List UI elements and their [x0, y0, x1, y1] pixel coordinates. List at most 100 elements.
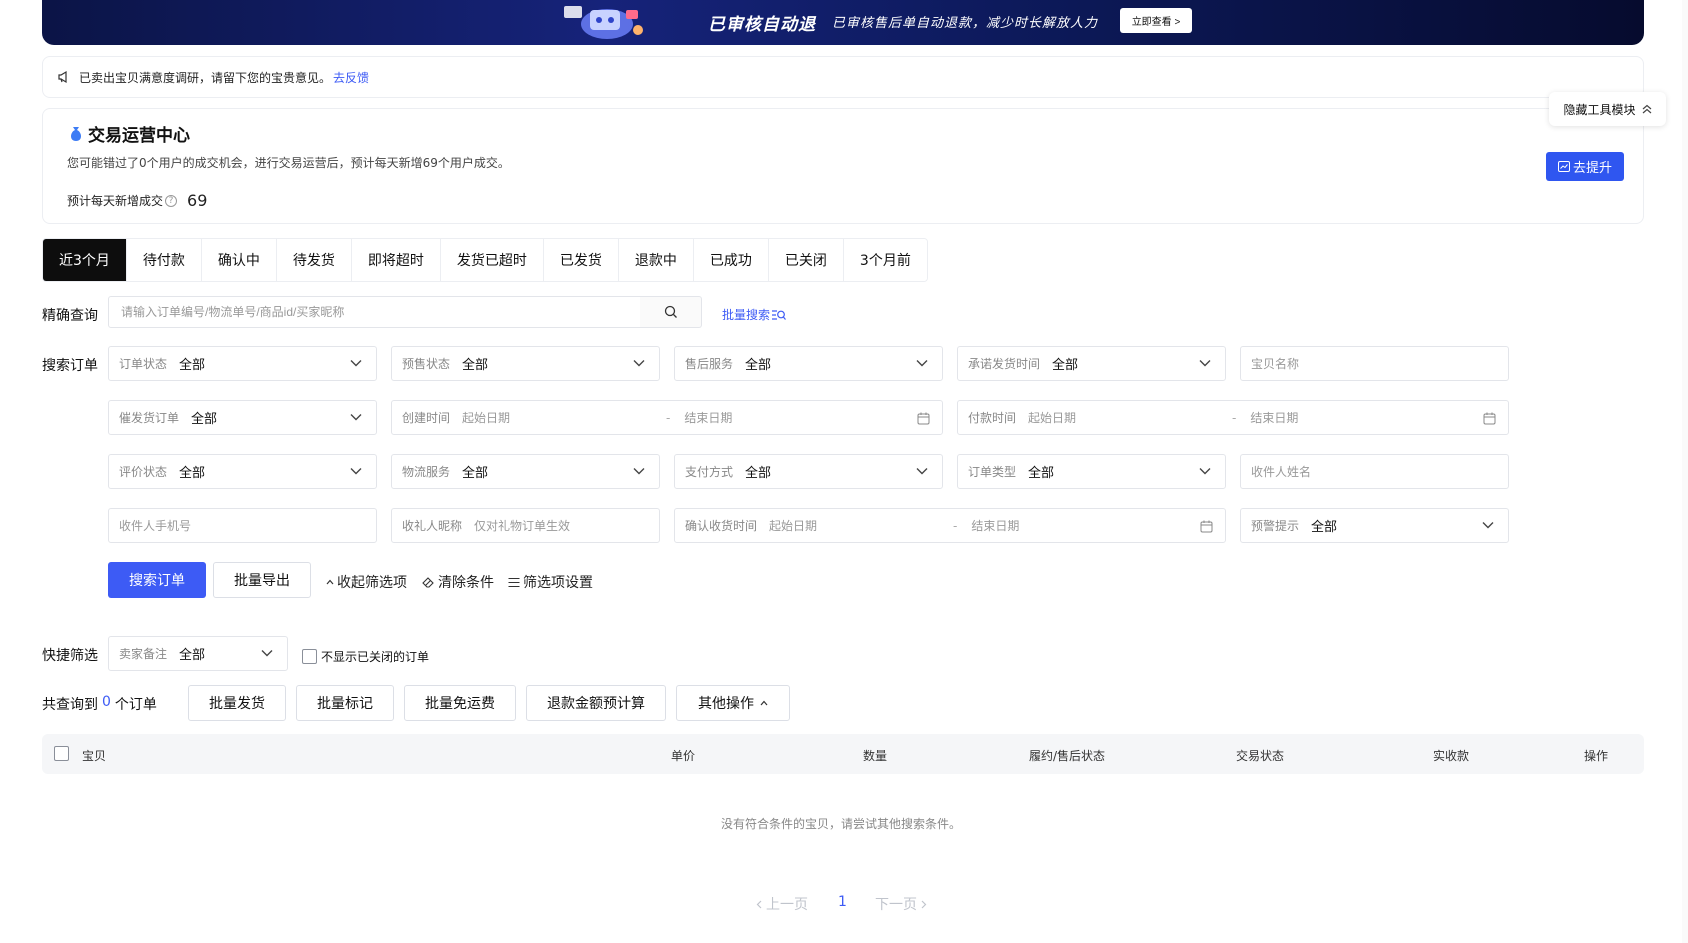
review-status-select[interactable]: 评价状态 全部 — [108, 454, 377, 489]
tab-recent-3-months[interactable]: 近3个月 — [43, 239, 127, 281]
order-table-header: 宝贝 单价 数量 履约/售后状态 交易状态 实收款 操作 — [42, 734, 1644, 774]
result-count: 0 — [102, 694, 111, 710]
prev-page-button[interactable]: 上一页 — [756, 894, 808, 914]
chevron-down-icon — [633, 360, 645, 367]
chevron-down-icon — [1199, 360, 1211, 367]
receiver-phone-placeholder: 收件人手机号 — [119, 519, 192, 533]
page-1-button[interactable]: 1 — [838, 894, 847, 910]
refund-calc-button[interactable]: 退款金额预计算 — [526, 685, 666, 721]
after-sale-select[interactable]: 售后服务 全部 — [674, 346, 943, 381]
batch-free-ship-button[interactable]: 批量免运费 — [404, 685, 516, 721]
review-status-label: 评价状态 — [119, 465, 168, 479]
search-order-label: 搜索订单 — [42, 358, 98, 374]
batch-search-link[interactable]: 批量搜索 — [722, 306, 786, 323]
create-time-range[interactable]: 创建时间 起始日期 - 结束日期 — [391, 400, 943, 435]
banner-view-button[interactable]: 立即查看 > — [1120, 8, 1192, 33]
other-actions-button[interactable]: 其他操作 — [676, 685, 790, 721]
promise-ship-time-label: 承诺发货时间 — [968, 357, 1041, 371]
tab-confirming[interactable]: 确认中 — [201, 239, 277, 281]
logistics-select[interactable]: 物流服务 全部 — [391, 454, 660, 489]
tab-pending-shipment[interactable]: 待发货 — [276, 239, 352, 281]
pay-time-label: 付款时间 — [968, 411, 1017, 425]
tab-shipment-overdue[interactable]: 发货已超时 — [440, 239, 544, 281]
page-scrollbar[interactable] — [1682, 0, 1688, 943]
order-type-label: 订单类型 — [968, 465, 1017, 479]
urge-ship-select[interactable]: 催发货订单 全部 — [108, 400, 377, 435]
calendar-icon — [1200, 520, 1213, 533]
tab-about-to-timeout[interactable]: 即将超时 — [351, 239, 441, 281]
pay-method-select[interactable]: 支付方式 全部 — [674, 454, 943, 489]
tab-pending-payment[interactable]: 待付款 — [126, 239, 202, 281]
batch-export-button[interactable]: 批量导出 — [213, 562, 311, 598]
batch-ship-button[interactable]: 批量发货 — [188, 685, 286, 721]
feedback-link[interactable]: 去反馈 — [333, 69, 369, 86]
boost-button[interactable]: 去提升 — [1546, 152, 1624, 181]
ops-title-wrap: 交易运营中心 — [67, 121, 190, 146]
presale-status-select[interactable]: 预售状态 全部 — [391, 346, 660, 381]
item-name-placeholder: 宝贝名称 — [1251, 357, 1300, 371]
warning-label: 预警提示 — [1251, 519, 1300, 533]
order-type-select[interactable]: 订单类型 全部 — [957, 454, 1226, 489]
chevron-down-icon — [633, 468, 645, 475]
confirm-time-label: 确认收货时间 — [685, 519, 758, 533]
chevron-down-icon — [350, 414, 362, 421]
filter-settings-link[interactable]: 筛选项设置 — [508, 572, 593, 592]
pay-time-range[interactable]: 付款时间 起始日期 - 结束日期 — [957, 400, 1509, 435]
batch-mark-button[interactable]: 批量标记 — [296, 685, 394, 721]
chevron-up-icon — [760, 700, 768, 706]
confirm-time-start[interactable]: 起始日期 — [769, 517, 939, 534]
other-actions-label: 其他操作 — [698, 695, 754, 711]
order-status-select[interactable]: 订单状态 全部 — [108, 346, 377, 381]
result-prefix: 共查询到 — [42, 697, 98, 713]
hide-closed-option[interactable]: 不显示已关闭的订单 — [302, 648, 429, 665]
tab-shipped[interactable]: 已发货 — [543, 239, 619, 281]
precise-search-input[interactable] — [108, 296, 641, 328]
range-separator: - — [953, 518, 958, 533]
ops-stat: 预计每天新增成交 ? 69 — [67, 191, 207, 210]
receiver-name-input[interactable]: 收件人姓名 — [1240, 454, 1509, 489]
tab-refunding[interactable]: 退款中 — [618, 239, 694, 281]
precise-search-button[interactable] — [640, 296, 702, 328]
promise-ship-time-select[interactable]: 承诺发货时间 全部 — [957, 346, 1226, 381]
after-sale-label: 售后服务 — [685, 357, 734, 371]
select-all-checkbox[interactable] — [54, 746, 69, 761]
empty-state-text: 没有符合条件的宝贝，请尝试其他搜索条件。 — [720, 817, 961, 831]
column-fulfillment-status: 履约/售后状态 — [1029, 749, 1106, 763]
batch-search-label: 批量搜索 — [722, 308, 771, 322]
column-received-amount: 实收款 — [1433, 749, 1470, 763]
presale-status-value: 全部 — [462, 358, 489, 373]
help-icon[interactable]: ? — [165, 194, 178, 207]
warning-select[interactable]: 预警提示 全部 — [1240, 508, 1509, 543]
chevron-down-icon — [350, 468, 362, 475]
tab-before-3-months[interactable]: 3个月前 — [843, 239, 927, 281]
pay-method-label: 支付方式 — [685, 465, 734, 479]
next-page-button[interactable]: 下一页 — [875, 894, 927, 914]
create-time-start[interactable]: 起始日期 — [462, 409, 652, 426]
gift-nick-input[interactable]: 收礼人昵称 仅对礼物订单生效 — [391, 508, 660, 543]
order-type-value: 全部 — [1028, 466, 1055, 481]
column-unit-price: 单价 — [671, 749, 696, 763]
urge-ship-label: 催发货订单 — [119, 411, 180, 425]
result-summary: 共查询到 0 个订单 — [42, 694, 157, 714]
hide-closed-checkbox[interactable] — [302, 649, 317, 664]
result-suffix: 个订单 — [114, 697, 157, 713]
collapse-filters-link[interactable]: 收起筛选项 — [326, 572, 407, 592]
hide-tool-toggle[interactable]: 隐藏工具模块 — [1549, 92, 1666, 126]
pay-time-end[interactable]: 结束日期 — [1250, 409, 1298, 426]
search-order-button[interactable]: 搜索订单 — [108, 562, 206, 598]
receiver-phone-input[interactable]: 收件人手机号 — [108, 508, 377, 543]
filter-settings-label: 筛选项设置 — [523, 575, 593, 591]
item-name-input[interactable]: 宝贝名称 — [1240, 346, 1509, 381]
confirm-time-range[interactable]: 确认收货时间 起始日期 - 结束日期 — [674, 508, 1226, 543]
seller-note-select[interactable]: 卖家备注 全部 — [108, 636, 288, 671]
ops-description: 您可能错过了0个用户的成交机会，进行交易运营后，预计每天新增69个用户成交。 — [67, 156, 510, 170]
tab-succeeded[interactable]: 已成功 — [693, 239, 769, 281]
promo-banner[interactable]: 已审核自动退 已审核售后单自动退款，减少时长解放人力 立即查看 > — [42, 0, 1644, 45]
order-status-value: 全部 — [179, 358, 206, 373]
clear-conditions-link[interactable]: 清除条件 — [422, 572, 494, 592]
confirm-time-end[interactable]: 结束日期 — [971, 517, 1019, 534]
receiver-name-placeholder: 收件人姓名 — [1251, 465, 1312, 479]
pay-time-start[interactable]: 起始日期 — [1028, 409, 1218, 426]
tab-closed[interactable]: 已关闭 — [768, 239, 844, 281]
create-time-end[interactable]: 结束日期 — [684, 409, 732, 426]
